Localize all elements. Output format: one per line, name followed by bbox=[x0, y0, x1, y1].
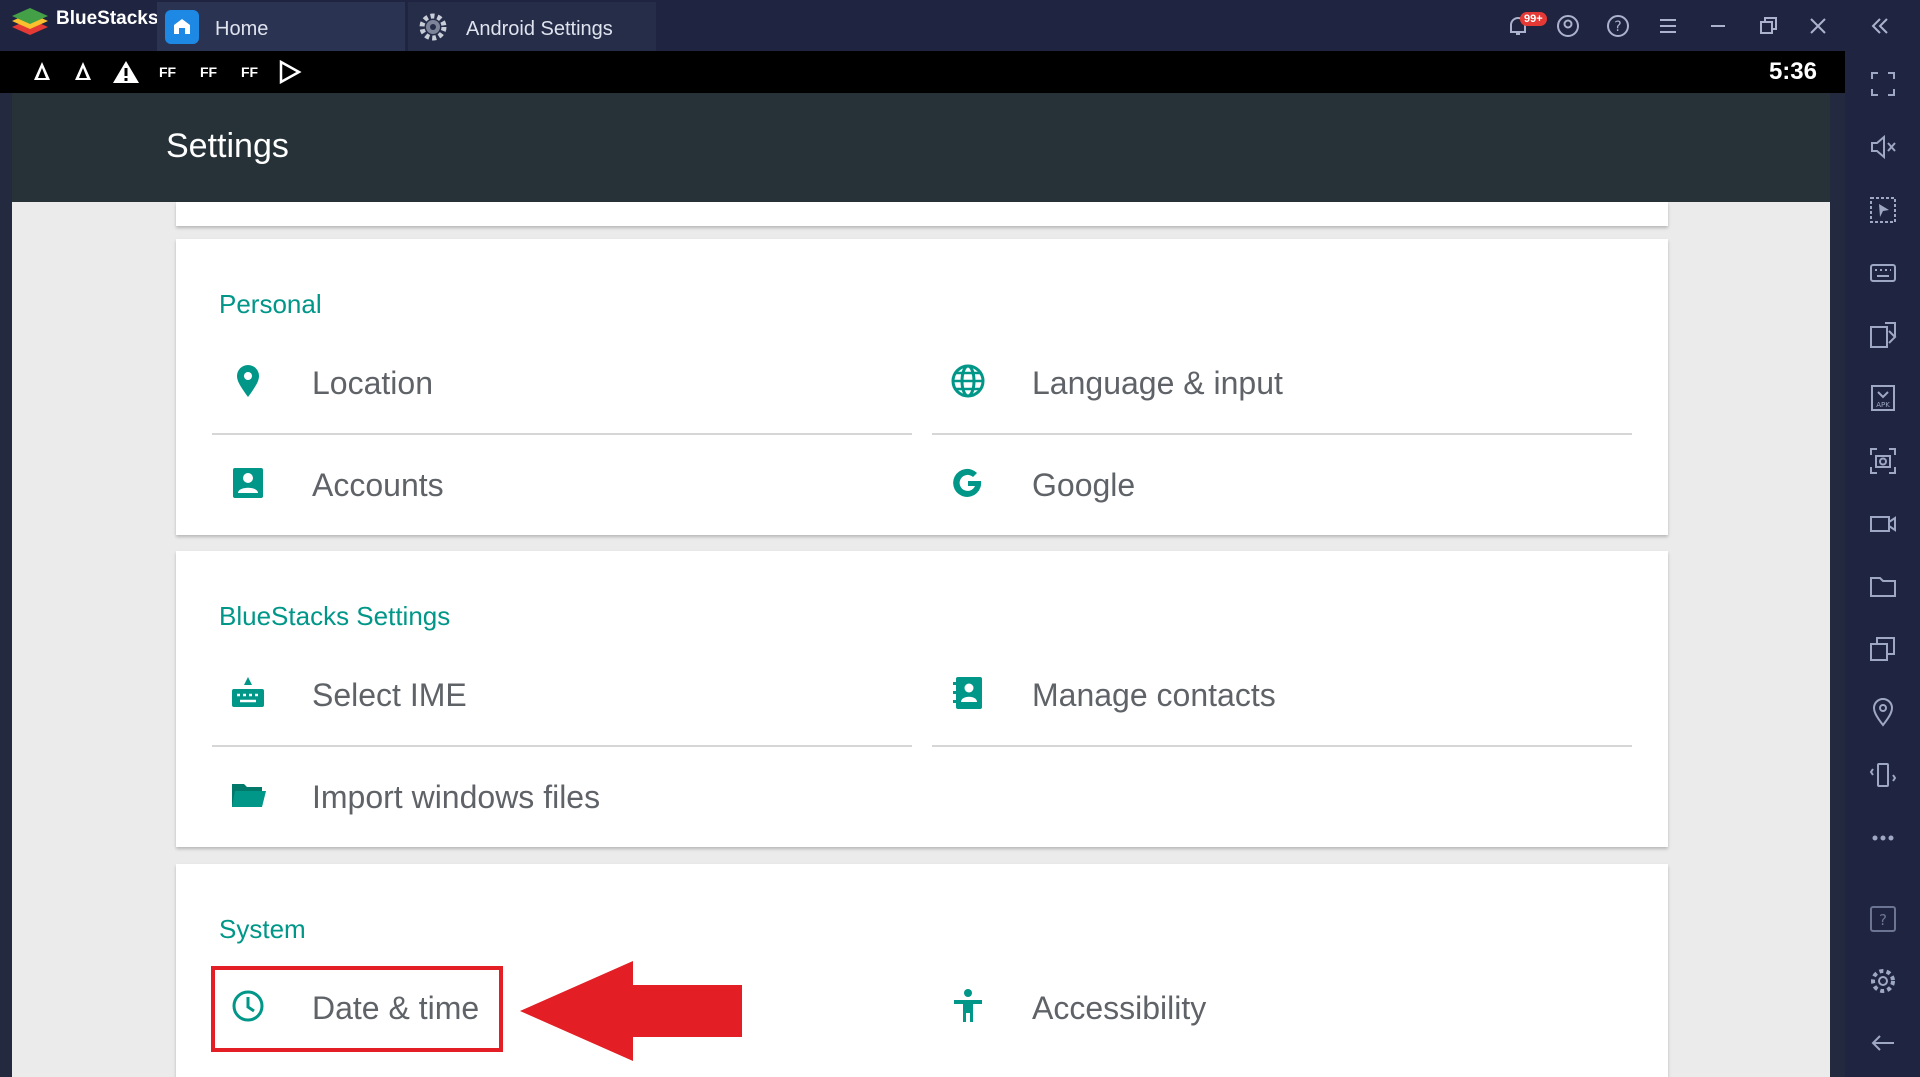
accessibility-icon bbox=[948, 986, 988, 1026]
section-title: Personal bbox=[219, 289, 322, 319]
divider bbox=[212, 745, 912, 747]
gear-icon bbox=[416, 10, 450, 44]
ff-icon: FF bbox=[159, 64, 177, 80]
settings-item-label: Google bbox=[1032, 467, 1136, 503]
app-name: BlueStacks bbox=[56, 8, 159, 29]
location-pin-icon bbox=[228, 361, 268, 401]
section-personal: Personal Location Language & input Accou… bbox=[176, 239, 1668, 535]
app-icon bbox=[30, 60, 54, 87]
settings-item-label: Language & input bbox=[1032, 365, 1283, 401]
fullscreen-icon[interactable] bbox=[1867, 68, 1899, 100]
close-icon[interactable] bbox=[1804, 12, 1832, 40]
settings-item-label: Manage contacts bbox=[1032, 677, 1276, 713]
contacts-icon bbox=[948, 673, 988, 713]
settings-icon[interactable] bbox=[1867, 965, 1899, 997]
restore-icon[interactable] bbox=[1754, 12, 1782, 40]
google-g-icon bbox=[948, 463, 988, 503]
title-bar: BlueStacks Home Android Settings 99+ ? bbox=[0, 0, 1920, 51]
settings-item-label: Accessibility bbox=[1032, 990, 1207, 1026]
settings-item-label: Accounts bbox=[312, 467, 444, 503]
settings-item-language-input[interactable]: Language & input bbox=[932, 335, 1632, 427]
ff-icon: FF bbox=[241, 64, 259, 80]
app-icon bbox=[71, 60, 95, 87]
tab-android-settings-label: Android Settings bbox=[466, 18, 613, 40]
section-bluestacks-settings: BlueStacks Settings Select IME Manage co… bbox=[176, 551, 1668, 847]
page-title: Settings bbox=[166, 127, 289, 165]
globe-icon bbox=[948, 361, 988, 401]
more-icon[interactable] bbox=[1867, 822, 1899, 854]
action-bar: Settings bbox=[12, 93, 1830, 202]
minimize-icon[interactable] bbox=[1704, 12, 1732, 40]
help-icon[interactable]: ? bbox=[1604, 12, 1632, 40]
shake-icon[interactable] bbox=[1867, 759, 1899, 791]
select-icon[interactable] bbox=[1867, 194, 1899, 226]
tab-home[interactable]: Home bbox=[157, 2, 405, 51]
install-apk-icon[interactable] bbox=[1867, 319, 1899, 351]
play-store-icon bbox=[278, 59, 302, 87]
svg-text:APK: APK bbox=[1876, 401, 1890, 409]
settings-item-accessibility[interactable]: Accessibility bbox=[932, 960, 1632, 1052]
settings-item-label: Select IME bbox=[312, 677, 467, 713]
folder-icon bbox=[228, 775, 268, 815]
divider bbox=[212, 433, 912, 435]
warning-icon bbox=[112, 60, 140, 87]
section-title: System bbox=[219, 914, 306, 944]
divider bbox=[932, 745, 1632, 747]
settings-item-label: Import windows files bbox=[312, 779, 601, 815]
status-time: 5:36 bbox=[1768, 58, 1817, 85]
screenshot-icon[interactable] bbox=[1867, 445, 1899, 477]
settings-item-location[interactable]: Location bbox=[212, 335, 912, 427]
settings-item-label: Location bbox=[312, 365, 433, 401]
bluestacks-logo-icon bbox=[12, 8, 48, 35]
mute-icon[interactable] bbox=[1867, 131, 1899, 163]
help-icon[interactable]: ? bbox=[1867, 903, 1899, 935]
settings-item-accounts[interactable]: Accounts bbox=[212, 437, 912, 529]
back-icon[interactable] bbox=[1867, 1027, 1899, 1059]
collapse-icon[interactable] bbox=[1866, 12, 1894, 40]
right-toolbar: APK ? bbox=[1845, 51, 1920, 1077]
account-icon[interactable] bbox=[1554, 12, 1582, 40]
folder-icon[interactable] bbox=[1867, 570, 1899, 602]
tab-android-settings[interactable]: Android Settings bbox=[408, 2, 656, 51]
settings-item-import-windows-files[interactable]: Import windows files bbox=[212, 749, 912, 841]
highlight-box bbox=[211, 966, 503, 1052]
record-icon[interactable] bbox=[1867, 508, 1899, 540]
pointer-arrow-icon bbox=[520, 961, 742, 1061]
svg-text:?: ? bbox=[1614, 19, 1621, 35]
location-icon[interactable] bbox=[1867, 696, 1899, 728]
settings-item-manage-contacts[interactable]: Manage contacts bbox=[932, 647, 1632, 739]
tab-home-label: Home bbox=[215, 18, 269, 40]
keyboard-icon[interactable] bbox=[1867, 256, 1899, 288]
section-title: BlueStacks Settings bbox=[219, 601, 451, 631]
account-box-icon bbox=[228, 463, 268, 503]
notification-badge: 99+ bbox=[1520, 12, 1547, 26]
android-status-bar: FF FF FF 5:36 bbox=[0, 51, 1845, 93]
home-icon bbox=[165, 10, 199, 44]
ff-icon: FF bbox=[200, 64, 218, 80]
settings-item-select-ime[interactable]: Select IME bbox=[212, 647, 912, 739]
settings-card-partial bbox=[176, 202, 1668, 226]
menu-icon[interactable] bbox=[1654, 12, 1682, 40]
multi-instance-icon[interactable] bbox=[1867, 633, 1899, 665]
android-screen: Settings Personal Location Language & in… bbox=[12, 93, 1830, 1077]
svg-text:?: ? bbox=[1879, 911, 1887, 929]
divider bbox=[932, 433, 1632, 435]
apk-icon[interactable]: APK bbox=[1867, 382, 1899, 414]
keyboard-icon bbox=[228, 673, 268, 713]
settings-item-google[interactable]: Google bbox=[932, 437, 1632, 529]
